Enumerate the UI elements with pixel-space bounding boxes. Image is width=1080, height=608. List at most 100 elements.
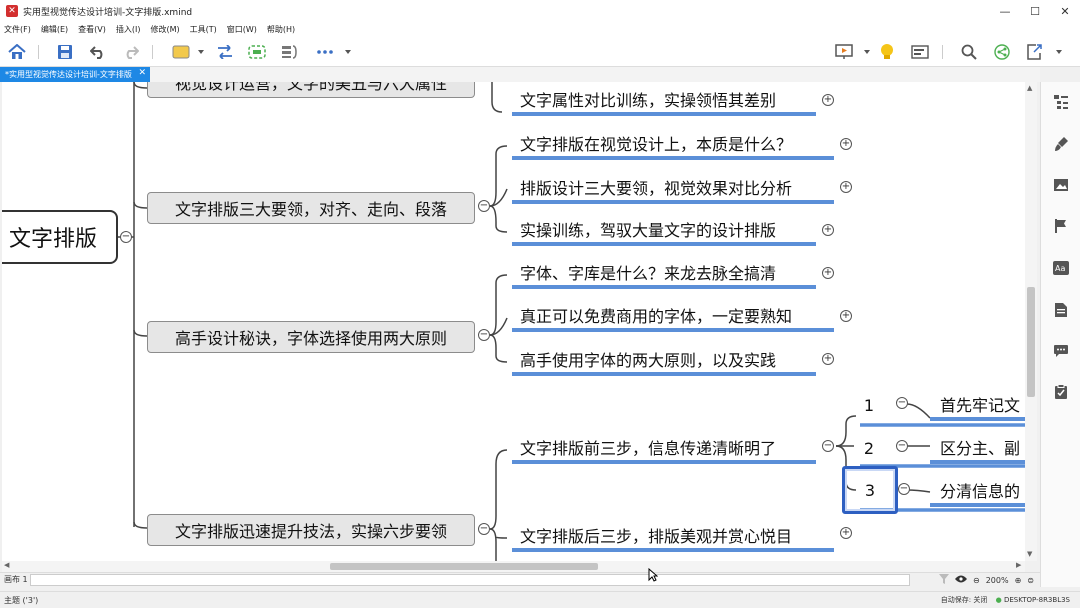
subtopic-1-2[interactable]: 实操训练，驾驭大量文字的设计排版 [512,216,816,246]
expand-icon[interactable]: + [840,527,852,539]
vertical-scrollbar[interactable]: ▲ ▼ [1025,82,1037,561]
undo-icon[interactable] [87,42,109,62]
title-bar: ✕ 实用型视觉传达设计培训-文字排版.xmind — ☐ ✕ [0,0,1080,22]
subtopic-2-2[interactable]: 高手使用字体的两大原则，以及实践 [512,346,816,376]
computer-name: DESKTOP-8R3BL3S [1003,596,1070,604]
topic-icon[interactable] [170,42,206,62]
scroll-right-icon[interactable]: ▶ [1016,561,1021,569]
expand-icon[interactable]: + [840,310,852,322]
mouse-cursor-icon [648,567,659,586]
menu-view[interactable]: 查看(V) [78,24,106,35]
subtopic-3-0[interactable]: 文字排版前三步，信息传递清晰明了 [512,434,816,464]
scroll-down-icon[interactable]: ▼ [1027,550,1032,558]
minimize-button[interactable]: — [990,0,1020,22]
tab-close-icon[interactable]: ✕ [138,68,146,78]
collapse-icon[interactable]: − [822,440,834,452]
home-icon[interactable] [6,42,28,62]
horizontal-scroll-thumb[interactable] [330,563,598,570]
step-node-2[interactable]: 2 [840,431,898,465]
subtopic-3-1[interactable]: 文字排版后三步，排版美观并赏心悦目 [512,522,834,552]
horizontal-scrollbar[interactable]: ◀ ▶ [2,561,1025,572]
collapse-icon[interactable]: − [478,329,490,341]
expand-icon[interactable]: + [840,181,852,193]
subtopic-0-0[interactable]: 文字属性对比训练，实操领悟其差别 [512,86,816,116]
mindmap-canvas[interactable]: 文字排版 − 视觉设计运营，文字的美丑与六大属性 文字属性对比训练，实操领悟其差… [2,82,1025,561]
menu-modify[interactable]: 修改(M) [150,24,179,35]
autosave-status[interactable]: 自动保存: 关闭 [941,596,988,604]
computer-icon: ● [995,596,1002,604]
image-icon[interactable] [1051,175,1071,195]
step-node-1[interactable]: 1 [840,388,898,422]
subtopic-1-1[interactable]: 排版设计三大要领，视觉效果对比分析 [512,174,834,204]
toolbar [0,37,1080,67]
share-icon[interactable] [991,42,1013,62]
selection-status: 主题 ('3') [4,596,39,605]
collapse-icon[interactable]: − [896,397,908,409]
menu-file[interactable]: 文件(F) [4,24,31,35]
expand-icon[interactable]: + [822,267,834,279]
expand-icon[interactable]: + [822,353,834,365]
branch-topic-3[interactable]: 文字排版迅速提升技法，实操六步要领 [147,514,475,546]
collapse-icon[interactable]: − [896,440,908,452]
xmind-logo-icon: ✕ [6,5,18,17]
eye-icon[interactable] [955,575,968,585]
text-style-icon[interactable]: Aa [1051,258,1071,278]
summary-icon[interactable] [279,42,301,62]
close-button[interactable]: ✕ [1050,0,1080,22]
step-leaf-2[interactable]: 区分主、副 [930,434,1025,464]
zoom-out-icon[interactable]: ⊖ [973,576,980,585]
step-leaf-1[interactable]: 首先牢记文 [930,391,1025,421]
menu-tools[interactable]: 工具(T) [190,24,217,35]
boundary-icon[interactable] [246,42,268,62]
subtopic-1-0[interactable]: 文字排版在视觉设计上，本质是什么？ [512,130,834,160]
filter-icon[interactable] [939,574,950,586]
presentation-icon[interactable] [832,42,872,62]
step-node-3[interactable]: 3 [842,466,898,514]
vertical-scroll-thumb[interactable] [1027,287,1035,397]
collapse-icon[interactable]: − [898,483,910,495]
step-leaf-3[interactable]: 分清信息的 [930,477,1025,507]
more-icon[interactable] [313,42,353,62]
menu-edit[interactable]: 编辑(E) [41,24,68,35]
collapse-icon[interactable]: − [478,200,490,212]
expand-icon[interactable]: + [840,138,852,150]
zoom-menu-icon[interactable]: ⊜ [1027,576,1034,585]
collapse-icon[interactable]: − [478,523,490,535]
notes-icon[interactable] [1051,300,1071,320]
relationship-icon[interactable] [214,42,236,62]
sheet-tab[interactable]: 画布 1 [4,574,28,585]
svg-text:Aa: Aa [1055,264,1065,273]
side-panel: Aa [1040,82,1080,587]
format-brush-icon[interactable] [1051,134,1071,154]
export-icon[interactable] [1024,42,1064,62]
menu-window[interactable]: 窗口(W) [227,24,257,35]
sheet-strip[interactable] [30,574,910,586]
maximize-button[interactable]: ☐ [1020,0,1050,22]
subtopic-2-1[interactable]: 真正可以免费商用的字体，一定要熟知 [512,302,834,332]
branch-topic-2[interactable]: 高手设计秘诀，字体选择使用两大原则 [147,321,475,353]
idea-icon[interactable] [876,42,898,62]
menu-help[interactable]: 帮助(H) [267,24,295,35]
root-topic[interactable]: 文字排版 [2,210,118,264]
save-icon[interactable] [54,42,76,62]
marker-flag-icon[interactable] [1051,216,1071,236]
expand-icon[interactable]: + [822,94,834,106]
menu-insert[interactable]: 插入(I) [116,24,141,35]
branch-topic-0[interactable]: 视觉设计运营，文字的美丑与六大属性 [147,82,475,98]
outline-panel-icon[interactable] [1051,92,1071,112]
subtopic-2-0[interactable]: 字体、字库是什么？来龙去脉全搞清 [512,259,816,289]
zoom-in-icon[interactable]: ⊕ [1015,576,1022,585]
expand-icon[interactable]: + [822,224,834,236]
scroll-up-icon[interactable]: ▲ [1027,84,1032,92]
status-right: 自动保存: 关闭 ● DESKTOP-8R3BL3S [941,595,1070,605]
search-icon[interactable] [958,42,980,62]
task-icon[interactable] [1051,382,1071,402]
branch-topic-1[interactable]: 文字排版三大要领，对齐、走向、段落 [147,192,475,224]
zoom-controls: ⊖ 200% ⊕ ⊜ [933,574,1034,586]
document-tab[interactable]: *实用型视觉传达设计培训-文字排版 ✕ [0,67,150,82]
redo-icon[interactable] [120,42,142,62]
outline-icon[interactable] [909,42,931,62]
comment-icon[interactable] [1051,341,1071,361]
scroll-left-icon[interactable]: ◀ [4,561,9,569]
collapse-icon[interactable]: − [120,231,132,243]
